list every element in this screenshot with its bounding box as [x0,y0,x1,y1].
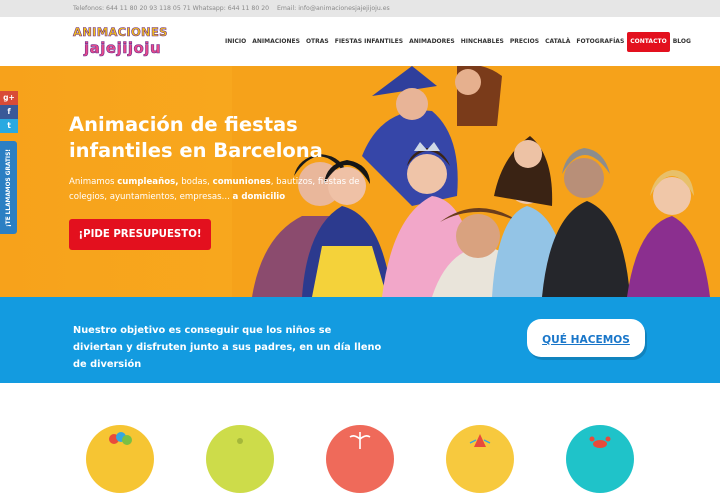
service-balloons-circle[interactable] [86,425,154,493]
nav-item-animadores[interactable]: ANIMADORES [406,32,458,52]
what-we-do-label: QUÉ HACEMOS [542,334,630,346]
nav-item-otras[interactable]: OTRAS [303,32,332,52]
service-party-hat-circle[interactable] [446,425,514,493]
hero-subtitle: Animamos cumpleaños, bodas, comuniones, … [69,177,360,202]
nav-item-hinchables[interactable]: HINCHABLES [458,32,507,52]
balloons-icon [109,432,132,445]
nav-item-fiestas-infantiles[interactable]: FIESTAS INFANTILES [332,32,406,52]
services-section [0,383,720,493]
mission-band: Nuestro objetivo es conseguir que los ni… [0,297,720,383]
facebook-icon[interactable]: f [0,105,18,119]
google-plus-icon[interactable]: g+ [0,91,18,105]
service-circle-2[interactable] [206,425,274,493]
nav-item-precios[interactable]: PRECIOS [507,32,542,52]
twitter-icon[interactable]: t [0,119,18,133]
nav-item-contacto[interactable]: CONTACTO [627,32,670,52]
nav-item-blog[interactable]: BLOG [670,32,694,52]
contact-email[interactable]: Email: info@animacionesjajejijoju.es [277,0,390,17]
palm-tree-icon [349,432,371,449]
party-hat-icon [469,434,491,447]
mission-text: Nuestro objetivo es conseguir que los ni… [73,325,382,370]
logo-line-2: jajejijoju [84,39,162,58]
site-header: ANIMACIONES jajejijoju INICIO ANIMACIONE… [0,17,720,66]
main-nav: INICIO ANIMACIONES OTRAS FIESTAS INFANTI… [222,32,694,52]
nav-item-fotografias[interactable]: FOTOGRAFÍAS [573,32,627,52]
service-palm-circle[interactable] [326,425,394,493]
hero-title: Animación de fiestas infantiles en Barce… [69,113,323,162]
crab-icon [589,436,611,448]
hero-banner: Animación de fiestas infantiles en Barce… [0,66,720,297]
free-callback-tab[interactable]: ¡TE LLAMAMOS GRATIS! [0,141,17,234]
phone-numbers: Telefonos: 644 11 80 20 93 118 05 71 Wha… [73,5,270,12]
nav-item-animaciones[interactable]: ANIMACIONES [249,32,303,52]
request-quote-button[interactable]: ¡PIDE PRESUPUESTO! [69,219,211,250]
free-callback-label: ¡TE LLAMAMOS GRATIS! [5,148,12,227]
service-crab-circle[interactable] [566,425,634,493]
what-we-do-button[interactable]: QUÉ HACEMOS [527,319,645,357]
contact-top-bar: Telefonos: 644 11 80 20 93 118 05 71 Wha… [0,0,720,17]
nav-item-inicio[interactable]: INICIO [222,32,249,52]
logo-line-1: ANIMACIONES [73,25,168,40]
circle-icon [237,438,243,444]
nav-item-catala[interactable]: CATALÀ [542,32,573,52]
site-logo[interactable]: ANIMACIONES jajejijoju [72,25,168,61]
